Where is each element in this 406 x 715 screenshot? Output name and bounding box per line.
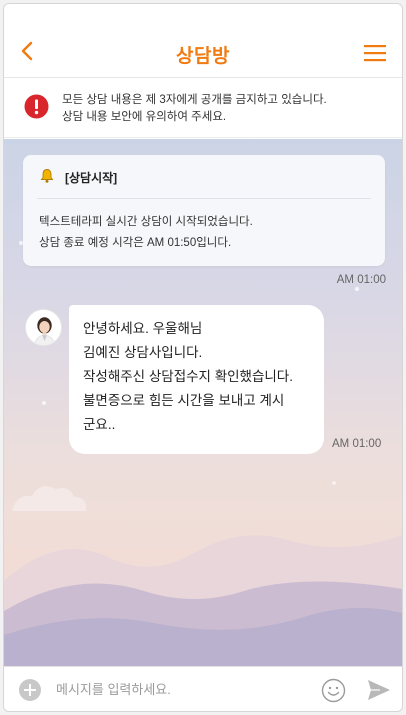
- hamburger-menu-icon: [364, 45, 386, 62]
- notice-line-1: 모든 상담 내용은 제 3자에게 공개를 금지하고 있습니다.: [62, 94, 327, 106]
- message-input-bar: [4, 666, 402, 711]
- alert-icon: [24, 94, 49, 119]
- counselor-avatar[interactable]: [25, 309, 62, 346]
- page-title: 상담방: [176, 45, 230, 67]
- bell-icon: [40, 169, 54, 183]
- system-message-card: [상담시작] 텍스트테라피 실시간 상담이 시작되었습니다. 상담 종료 예정 …: [23, 155, 385, 266]
- counselor-message-text: 안녕하세요. 우울해님 김예진 상담사입니다. 작성해주신 상담접수지 확인했습…: [83, 321, 293, 432]
- app-frame: 상담방 모든 상담 내용은 제 3자에게 공개를 금지하고 있습니다. 상담 내…: [3, 3, 403, 712]
- counselor-message-time: AM 01:00: [332, 438, 382, 450]
- notice-line-2: 상담 내용 보안에 유의하여 주세요.: [62, 111, 227, 123]
- counselor-message-bubble: 안녕하세요. 우울해님 김예진 상담사입니다. 작성해주신 상담접수지 확인했습…: [69, 305, 324, 454]
- header: 상담방: [4, 4, 402, 78]
- system-message-line-2: 상담 종료 예정 시각은 AM 01:50입니다.: [39, 237, 232, 249]
- emoji-button[interactable]: [321, 678, 346, 703]
- chat-area[interactable]: [상담시작] 텍스트테라피 실시간 상담이 시작되었습니다. 상담 종료 예정 …: [4, 139, 402, 666]
- notice-text: 모든 상담 내용은 제 3자에게 공개를 금지하고 있습니다. 상담 내용 보안…: [62, 92, 327, 126]
- system-message-time: AM 01:00: [336, 274, 386, 286]
- send-button[interactable]: [367, 679, 391, 701]
- security-notice: 모든 상담 내용은 제 3자에게 공개를 금지하고 있습니다. 상담 내용 보안…: [4, 79, 402, 138]
- message-input[interactable]: [56, 676, 306, 702]
- system-message-title: [상담시작]: [65, 171, 118, 185]
- add-attachment-button[interactable]: [18, 678, 42, 702]
- system-message-line-1: 텍스트테라피 실시간 상담이 시작되었습니다.: [39, 216, 253, 228]
- divider: [37, 198, 371, 199]
- menu-button[interactable]: [364, 44, 386, 62]
- system-message-body: 텍스트테라피 실시간 상담이 시작되었습니다. 상담 종료 예정 시각은 AM …: [39, 212, 253, 254]
